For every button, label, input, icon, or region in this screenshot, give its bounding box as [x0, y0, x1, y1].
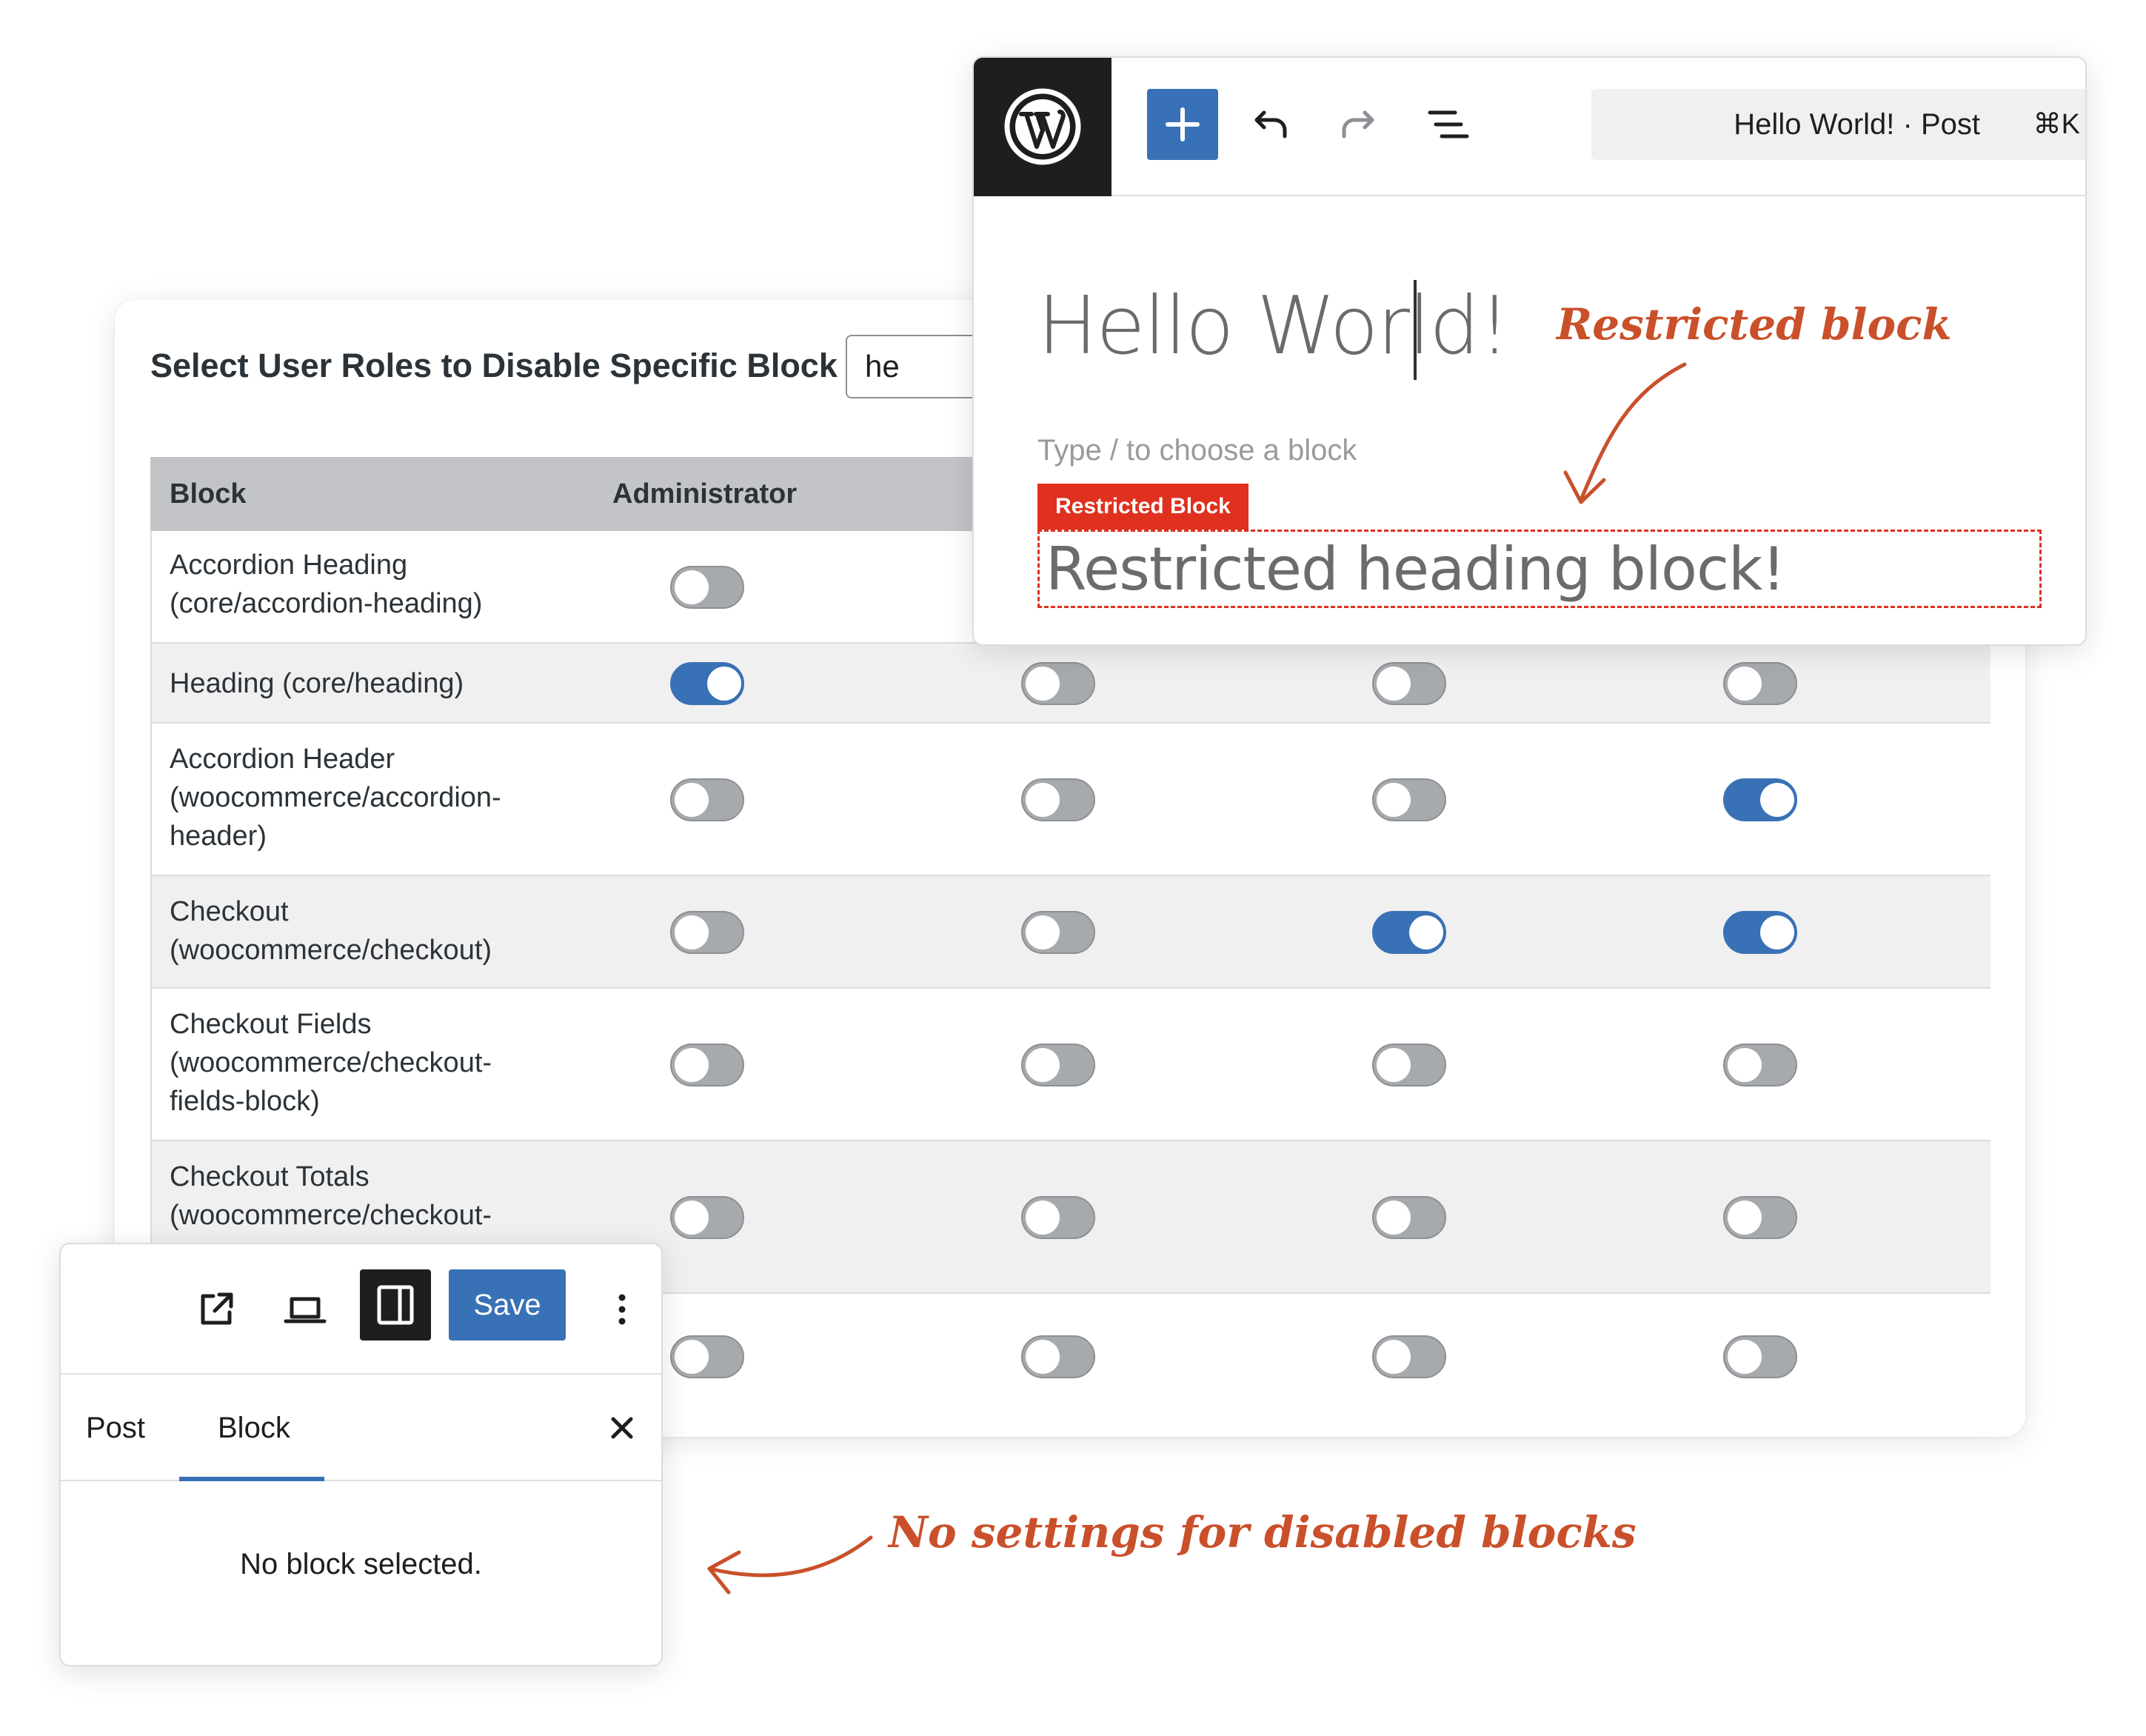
block-label: Accordion Heading (core/accordion-headin…	[170, 550, 483, 619]
keyboard-shortcut: ⌘K	[2033, 109, 2080, 140]
toggle-switch[interactable]	[670, 662, 744, 705]
toggle-knob	[1026, 783, 1060, 817]
annotation-arrow-left-icon	[707, 1535, 873, 1595]
toggle-switch[interactable]	[1372, 1044, 1446, 1086]
column-header-administrator: Administrator	[612, 478, 798, 510]
tab-block[interactable]: Block	[218, 1375, 290, 1481]
toggle-switch[interactable]	[1723, 662, 1797, 705]
toggle-switch[interactable]	[1372, 1196, 1446, 1239]
document-title: Hello World! · Post	[1734, 108, 1980, 141]
block-label: Checkout (woocommerce/checkout)	[170, 896, 492, 966]
column-header-block: Block	[170, 478, 247, 510]
toggle-knob	[675, 915, 709, 949]
toggle-switch[interactable]	[670, 1335, 744, 1378]
plus-icon	[1166, 107, 1200, 141]
toggle-knob	[675, 570, 709, 604]
restricted-block-badge: Restricted Block	[1037, 484, 1249, 530]
undo-icon[interactable]	[1248, 102, 1292, 147]
close-icon[interactable]	[600, 1406, 644, 1450]
toggle-switch[interactable]	[1723, 1196, 1797, 1239]
toggle-knob	[1728, 1201, 1762, 1235]
block-label: Checkout Totals (woocommerce/checkout-	[170, 1161, 492, 1231]
toggle-switch[interactable]	[670, 911, 744, 954]
block-editor-window: Hello World! · Post ⌘K Hello World! Type…	[972, 56, 2087, 646]
toggle-switch[interactable]	[1021, 662, 1095, 705]
table-row: Checkout Fields (woocommerce/checkout-fi…	[150, 989, 1990, 1141]
panel-toolbar: Save	[61, 1244, 661, 1375]
block-label: Heading (core/heading)	[170, 668, 464, 699]
text-cursor	[1414, 280, 1417, 380]
wordpress-logo-icon	[1004, 88, 1081, 165]
toggle-switch[interactable]	[1021, 1335, 1095, 1378]
toggle-switch[interactable]	[1021, 778, 1095, 821]
toggle-switch[interactable]	[1021, 1044, 1095, 1086]
block-label: Accordion Header (woocommerce/accordion-…	[170, 744, 501, 852]
tab-post[interactable]: Post	[86, 1375, 145, 1481]
annotation-no-settings: No settings for disabled blocks	[889, 1507, 1637, 1558]
restricted-heading-block[interactable]: Restricted heading block!	[1037, 530, 2042, 608]
toggle-knob	[1728, 1340, 1762, 1374]
toggle-switch[interactable]	[1372, 662, 1446, 705]
settings-title: Select User Roles to Disable Specific Bl…	[150, 347, 838, 384]
table-row: Checkout (woocommerce/checkout)	[150, 876, 1990, 989]
toggle-knob	[1377, 667, 1411, 701]
sidebar-icon	[377, 1285, 414, 1325]
toggle-switch[interactable]	[1372, 911, 1446, 954]
external-link-icon[interactable]	[194, 1287, 238, 1332]
toggle-knob	[675, 1340, 709, 1374]
toggle-switch[interactable]	[1723, 1335, 1797, 1378]
toggle-knob	[1377, 783, 1411, 817]
toggle-knob	[1026, 1048, 1060, 1082]
wordpress-logo-button[interactable]	[974, 58, 1112, 196]
active-tab-indicator	[179, 1477, 324, 1481]
toggle-switch[interactable]	[1021, 911, 1095, 954]
settings-sidebar-panel: Save Post Block No block selected.	[59, 1243, 663, 1666]
document-overview-icon[interactable]	[1425, 102, 1470, 147]
block-label: Checkout Fields (woocommerce/checkout-fi…	[170, 1009, 492, 1117]
toggle-switch[interactable]	[1723, 778, 1797, 821]
panel-tabs: Post Block	[61, 1375, 661, 1481]
toggle-switch[interactable]	[1723, 911, 1797, 954]
post-title[interactable]: Hello World!	[1037, 280, 1511, 373]
more-options-icon[interactable]	[600, 1287, 644, 1332]
annotation-arrow-down-icon	[1563, 362, 1687, 504]
toggle-knob	[1377, 1048, 1411, 1082]
toggle-switch[interactable]	[1372, 1335, 1446, 1378]
toggle-knob	[1760, 783, 1794, 817]
toggle-switch[interactable]	[1372, 778, 1446, 821]
toggle-knob	[1026, 1201, 1060, 1235]
preview-device-icon[interactable]	[283, 1287, 327, 1332]
toggle-knob	[1377, 1340, 1411, 1374]
editor-toolbar: Hello World! · Post ⌘K	[974, 58, 2085, 196]
toggle-knob	[707, 667, 741, 701]
toggle-switch[interactable]	[1723, 1044, 1797, 1086]
restricted-heading-text: Restricted heading block!	[1046, 535, 1785, 604]
toggle-knob	[1026, 915, 1060, 949]
toggle-switch[interactable]	[670, 778, 744, 821]
no-block-message: No block selected.	[240, 1548, 482, 1580]
block-placeholder[interactable]: Type / to choose a block	[1037, 434, 1357, 467]
add-block-button[interactable]	[1147, 89, 1218, 160]
sidebar-toggle-button[interactable]	[360, 1269, 431, 1341]
toggle-knob	[1728, 1048, 1762, 1082]
toggle-knob	[1760, 915, 1794, 949]
toggle-knob	[1728, 667, 1762, 701]
toggle-knob	[1026, 667, 1060, 701]
toggle-knob	[675, 1048, 709, 1082]
toggle-switch[interactable]	[1021, 1196, 1095, 1239]
toggle-switch[interactable]	[670, 1044, 744, 1086]
table-row: Accordion Header (woocommerce/accordion-…	[150, 724, 1990, 876]
toggle-knob	[1409, 915, 1443, 949]
annotation-restricted-block: Restricted block	[1557, 299, 1952, 350]
toggle-knob	[1026, 1340, 1060, 1374]
toggle-switch[interactable]	[670, 1196, 744, 1239]
toggle-knob	[1377, 1201, 1411, 1235]
toggle-switch[interactable]	[670, 566, 744, 609]
save-button[interactable]: Save	[449, 1269, 566, 1341]
toggle-knob	[675, 1201, 709, 1235]
redo-icon[interactable]	[1337, 102, 1381, 147]
command-palette-bar[interactable]: Hello World! · Post ⌘K	[1591, 89, 2085, 160]
table-row: Heading (core/heading)	[150, 644, 1990, 724]
toggle-knob	[675, 783, 709, 817]
